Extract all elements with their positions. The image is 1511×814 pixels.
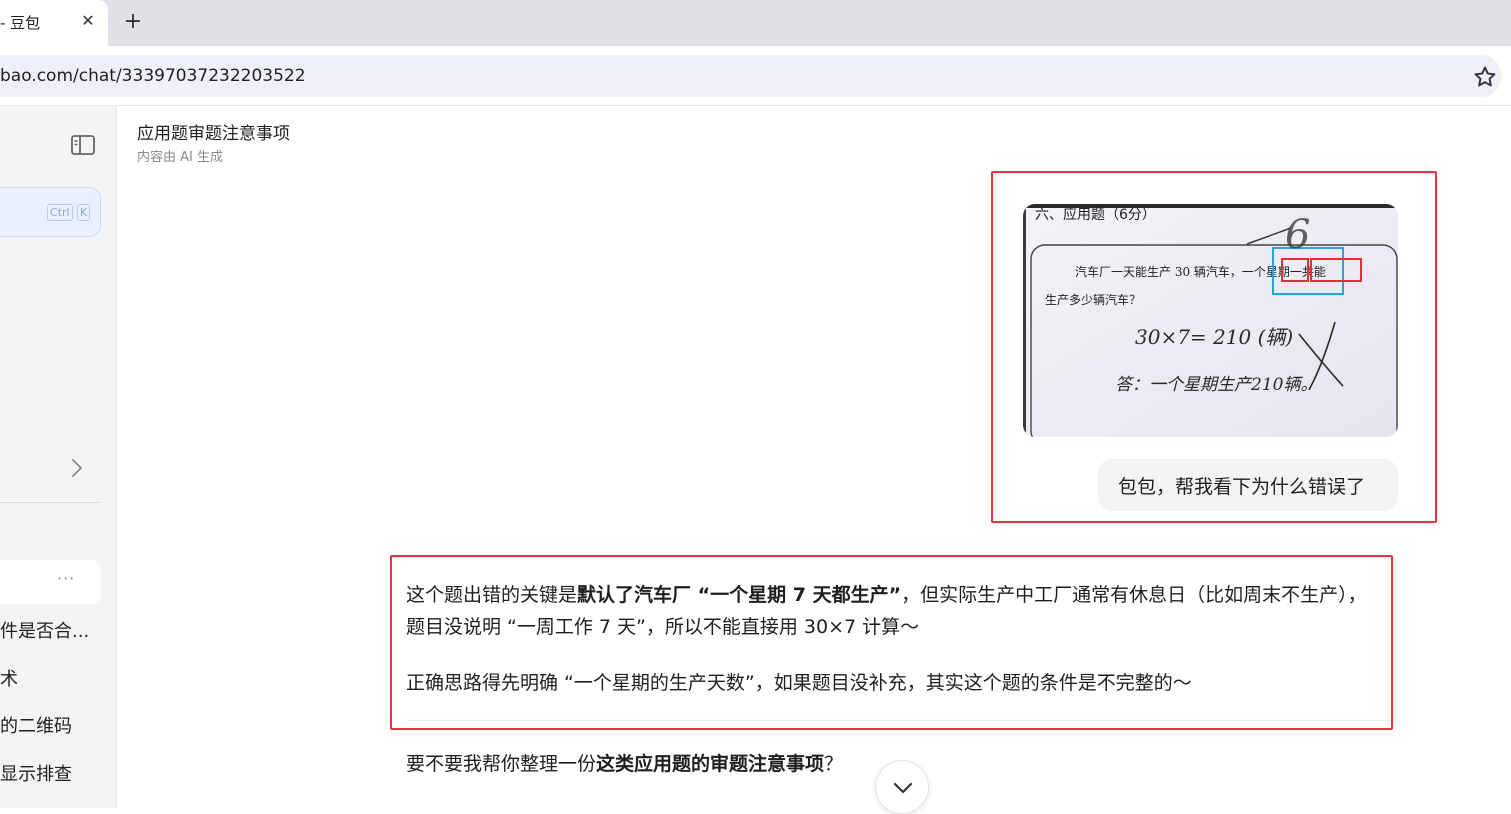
history-item[interactable]: 术 <box>0 665 18 691</box>
photo-question-line1: 汽车厂一天能生产 30 辆汽车，一个星期一共能 <box>1075 264 1326 279</box>
ai-reply-paragraph: 正确思路得先明确 “一个星期的生产天数”，如果题目没补充，其实这个题的条件是不完… <box>406 672 1192 694</box>
homework-photo[interactable]: 六、应用题（6分） 汽车厂一天能生产 30 辆汽车，一个星期一共能 生产多少辆汽… <box>1023 204 1398 437</box>
photo-heading: 六、应用题（6分） <box>1035 206 1156 223</box>
search-button[interactable]: Ctrl K <box>0 187 101 237</box>
ai-reply-paragraph: 这个题出错的关键是默认了汽车厂 “一个星期 7 天都生产”，但实际生产中工厂通常… <box>406 579 1371 643</box>
photo-answer: 答：一个星期生产210辆。 <box>1115 375 1317 395</box>
close-icon[interactable]: ✕ <box>77 10 99 32</box>
browser-tab[interactable]: - 豆包 ✕ <box>0 0 108 46</box>
plus-icon[interactable]: + <box>120 9 146 35</box>
more-icon[interactable]: ··· <box>57 569 75 588</box>
browser-tab-strip: - 豆包 ✕ + <box>0 0 1511 46</box>
photo-score-mark: 6 <box>1285 212 1310 258</box>
ai-reply-text: 要不要我帮你整理一份 <box>406 753 597 775</box>
ai-reply-text: ？ <box>824 753 844 775</box>
history-item[interactable]: 显示排查 <box>0 760 72 786</box>
photo-equation: 30×7= 210 (辆) <box>1135 325 1293 349</box>
ai-followup-question: 要不要我帮你整理一份这类应用题的审题注意事项？ <box>406 749 843 776</box>
history-item[interactable]: 件是否合... <box>0 617 89 643</box>
shortcut-key-k: K <box>77 204 91 221</box>
tab-title: - 豆包 <box>0 14 41 32</box>
sidebar: Ctrl K ··· 件是否合... 术 的二维码 显示排查 <box>0 106 117 808</box>
ai-reply-divider <box>406 720 1391 721</box>
panel-toggle-icon[interactable] <box>70 134 96 156</box>
history-item-active[interactable]: ··· <box>0 560 101 604</box>
homework-photo-drawing: 六、应用题（6分） 汽车厂一天能生产 30 辆汽车，一个星期一共能 生产多少辆汽… <box>1023 204 1398 437</box>
sidebar-divider <box>0 502 101 503</box>
address-bar[interactable]: bao.com/chat/33397037232203522 <box>0 55 1502 97</box>
history-item[interactable]: 的二维码 <box>0 712 72 738</box>
star-icon[interactable] <box>1472 64 1498 90</box>
toolbar: bao.com/chat/33397037232203522 <box>0 46 1511 106</box>
user-message-bubble: 包包，帮我看下为什么错误了 <box>1098 459 1398 511</box>
chevron-right-icon[interactable] <box>68 456 86 480</box>
ai-generated-note: 内容由 AI 生成 <box>137 150 223 165</box>
chevron-down-icon <box>893 782 913 794</box>
scroll-to-bottom-button[interactable] <box>875 760 929 814</box>
conversation-title: 应用题审题注意事项 <box>137 124 290 144</box>
ai-reply-text: 这个题出错的关键是 <box>406 584 578 606</box>
ai-reply-bold: 默认了汽车厂 “一个星期 7 天都生产” <box>577 584 902 606</box>
url-text[interactable]: bao.com/chat/33397037232203522 <box>0 66 306 86</box>
ai-reply-bold: 这类应用题的审题注意事项 <box>596 753 825 775</box>
user-message-text: 包包，帮我看下为什么错误了 <box>1118 476 1366 498</box>
shortcut-key-ctrl: Ctrl <box>47 204 73 221</box>
photo-question-line2: 生产多少辆汽车？ <box>1045 292 1141 307</box>
